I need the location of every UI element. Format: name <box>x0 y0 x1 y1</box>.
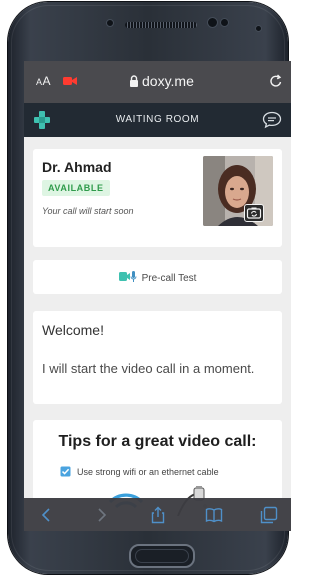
sensor-dot <box>255 25 262 32</box>
precall-test-button[interactable]: Pre-call Test <box>33 270 282 284</box>
status-badge: AVAILABLE <box>42 180 110 196</box>
precall-test-card[interactable]: Pre-call Test <box>33 260 282 294</box>
back-icon[interactable] <box>38 506 56 524</box>
light-sensor <box>220 18 229 27</box>
welcome-card: Welcome! I will start the video call in … <box>33 311 282 404</box>
share-icon[interactable] <box>149 506 167 524</box>
provider-card: Dr. Ahmad AVAILABLE Your call will start… <box>33 149 282 247</box>
chat-icon[interactable] <box>262 111 282 129</box>
self-video-preview <box>203 156 273 226</box>
url-text[interactable]: doxy.me <box>142 73 194 89</box>
front-camera <box>207 17 218 28</box>
wait-message: Your call will start soon <box>42 206 134 216</box>
camera-mic-icon <box>118 271 137 282</box>
phone-screen: AAAA doxy.me WAITING ROOM Dr. Ah <box>24 61 291 531</box>
switch-camera-icon[interactable] <box>244 204 264 222</box>
tips-title: Tips for a great video call: <box>58 433 257 450</box>
tip-label: Use strong wifi or an ethernet cable <box>77 467 219 477</box>
tabs-icon[interactable] <box>260 506 278 524</box>
page-title: WAITING ROOM <box>115 114 200 125</box>
forward-icon[interactable] <box>92 506 110 524</box>
reload-icon[interactable] <box>268 73 284 89</box>
checkbox-checked-icon <box>60 466 71 477</box>
proximity-sensor <box>106 19 114 27</box>
doctor-name: Dr. Ahmad <box>42 159 112 175</box>
earpiece-speaker <box>125 22 197 28</box>
precall-test-label: Pre-call Test <box>141 273 197 284</box>
screen-recording-icon[interactable] <box>63 76 77 86</box>
welcome-message: I will start the video call in a moment. <box>42 361 255 376</box>
welcome-title: Welcome! <box>42 322 104 338</box>
browser-address-bar: AAAA doxy.me <box>24 61 291 103</box>
browser-toolbar <box>24 498 291 531</box>
text-size-button[interactable]: AAAA <box>36 74 51 88</box>
lock-icon <box>130 75 138 87</box>
tip-item: Use strong wifi or an ethernet cable <box>60 466 219 477</box>
app-navbar: WAITING ROOM <box>24 103 291 137</box>
bookmarks-icon[interactable] <box>205 506 223 524</box>
waiting-room-content: Dr. Ahmad AVAILABLE Your call will start… <box>24 137 291 531</box>
home-button[interactable] <box>129 544 195 568</box>
